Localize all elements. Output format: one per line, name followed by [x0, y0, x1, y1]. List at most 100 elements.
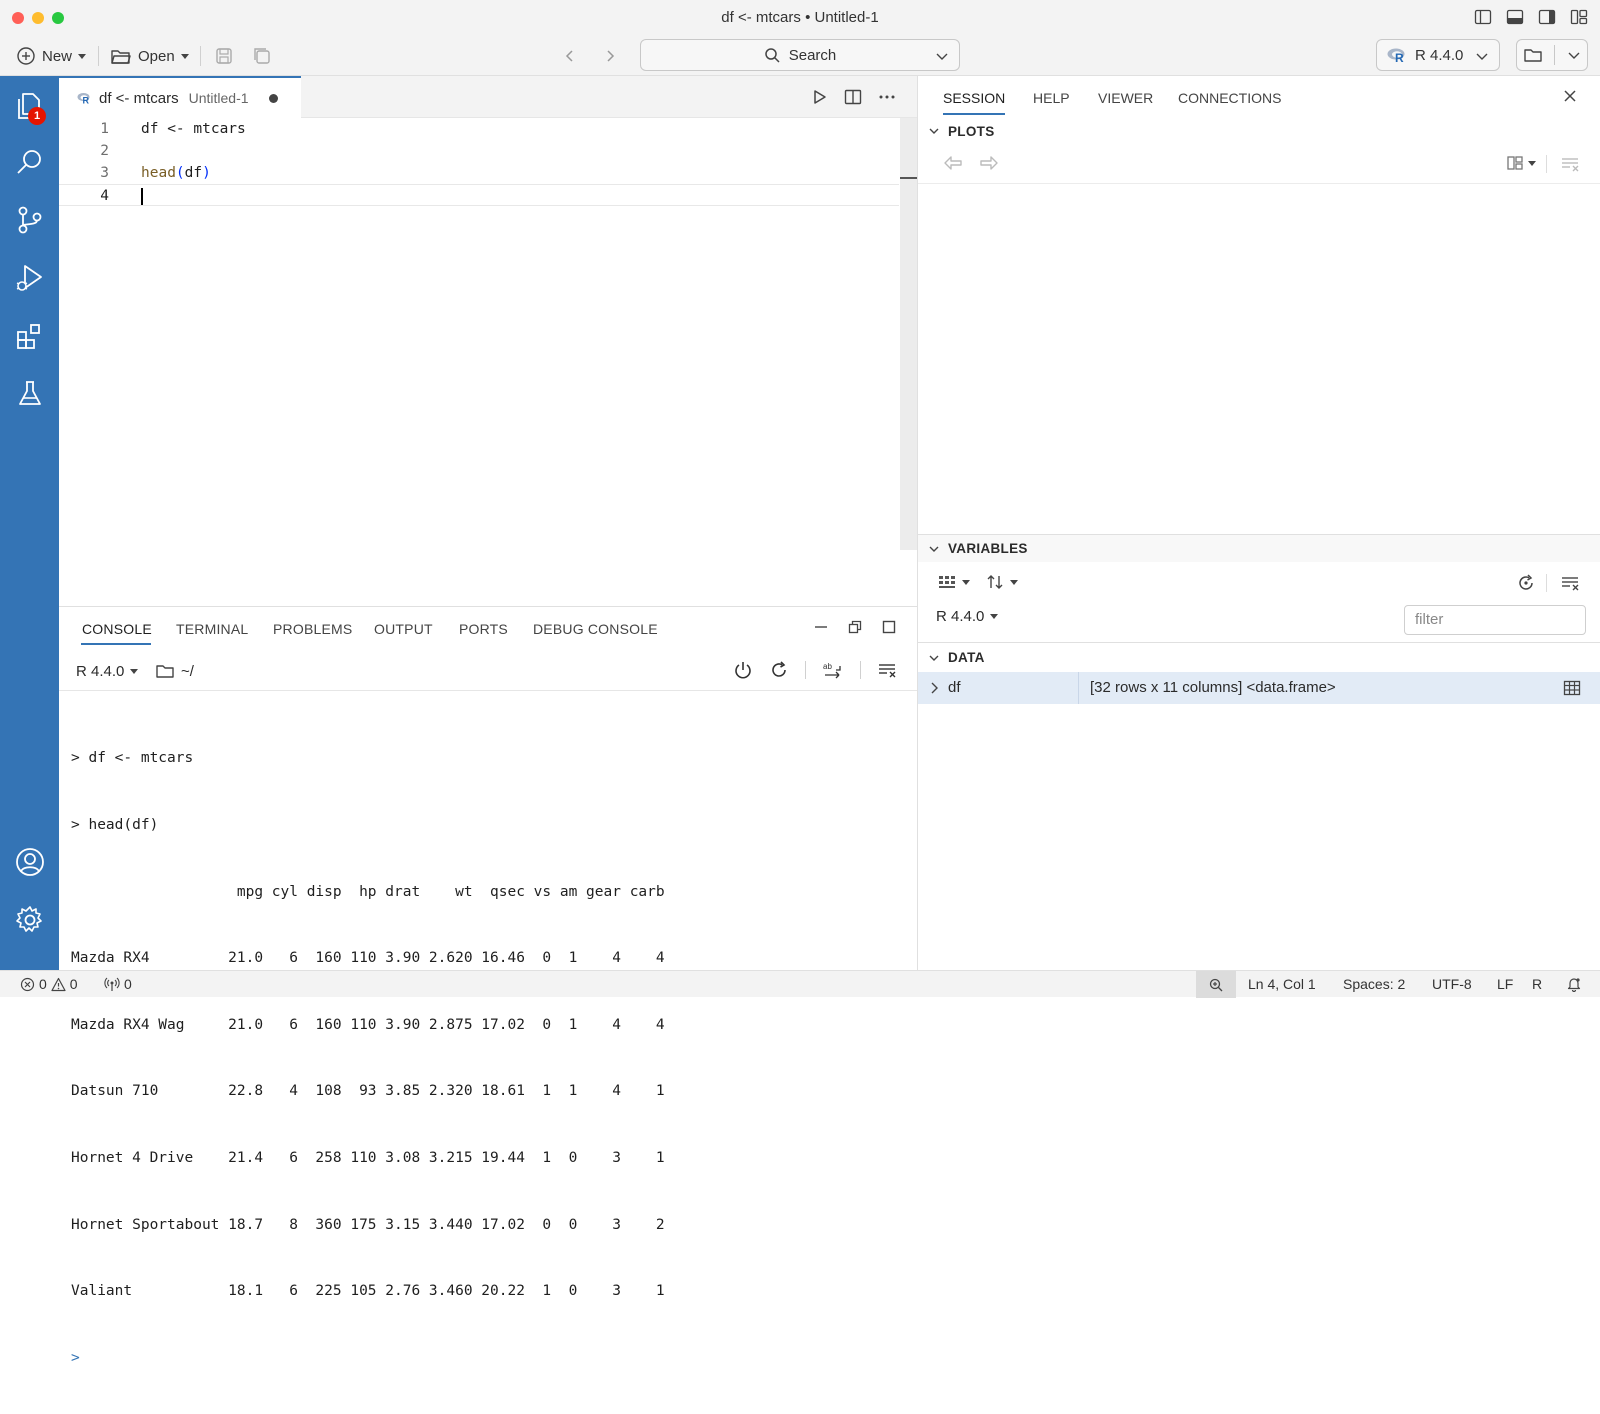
restore-panel-icon[interactable] [847, 619, 863, 635]
end-of-line[interactable]: LF [1497, 976, 1513, 992]
cursor-position[interactable]: Ln 4, Col 1 [1248, 976, 1316, 992]
console-working-directory[interactable]: ~/ [155, 662, 194, 680]
restart-icon[interactable] [769, 660, 789, 680]
code-text: df <- mtcars [141, 121, 246, 137]
previous-plot-icon[interactable] [942, 154, 964, 172]
data-title: DATA [948, 650, 985, 665]
variables-interpreter-selector[interactable]: R 4.4.0 [936, 608, 999, 625]
toggle-primary-sidebar-icon[interactable] [1474, 8, 1492, 26]
clear-console-icon[interactable] [877, 660, 897, 680]
line-number: 4 [100, 188, 109, 204]
code-line: 1 df <- mtcars [59, 118, 899, 140]
chevron-left-icon [565, 50, 573, 62]
title-bar: df <- mtcars • Untitled-1 [0, 0, 1600, 36]
testing-flask-icon[interactable] [14, 378, 46, 410]
notifications-bell-icon[interactable] [1566, 976, 1582, 992]
ports-status[interactable]: 0 [104, 976, 132, 992]
console-dir-label: ~/ [181, 662, 194, 680]
variable-row[interactable]: df [32 rows x 11 columns] <data.frame> [918, 672, 1600, 704]
chevron-down-icon [929, 655, 939, 661]
word-wrap-icon[interactable]: ab [822, 660, 844, 680]
more-actions-icon[interactable] [877, 87, 897, 107]
variables-toolbar [918, 562, 1600, 602]
maximize-panel-icon[interactable] [881, 619, 897, 635]
tab-connections[interactable]: CONNECTIONS [1178, 90, 1281, 106]
editor-tab-untitled[interactable]: R df <- mtcars Untitled-1 [59, 76, 301, 118]
interpreter-selector[interactable]: R R 4.4.0 [1376, 39, 1500, 71]
workspace-folder-button[interactable] [1516, 39, 1588, 71]
refresh-icon[interactable] [1516, 573, 1536, 593]
indentation[interactable]: Spaces: 2 [1343, 976, 1405, 992]
close-icon[interactable] [1562, 88, 1578, 104]
search-icon[interactable] [14, 146, 46, 178]
divider [805, 661, 806, 679]
tab-viewer[interactable]: VIEWER [1098, 90, 1153, 106]
tab-terminal[interactable]: TERMINAL [176, 621, 248, 637]
tab-session[interactable]: SESSION [943, 90, 1005, 106]
plot-layout-icon[interactable] [1506, 154, 1536, 172]
nav-forward-button[interactable] [602, 42, 618, 70]
current-code-line: 4 [59, 184, 899, 206]
next-plot-icon[interactable] [978, 154, 1000, 172]
code-argument: df [184, 165, 203, 181]
save-button[interactable] [214, 42, 234, 70]
chevron-down-icon [1476, 53, 1488, 60]
clear-variables-icon[interactable] [1560, 573, 1580, 593]
console-output[interactable]: > df <- mtcars > head(df) mpg cyl disp h… [71, 703, 665, 1414]
run-debug-icon[interactable] [14, 262, 46, 294]
top-toolbar: New Open Search R R 4.4.0 [0, 36, 1600, 76]
tab-debug-console[interactable]: DEBUG CONSOLE [533, 621, 658, 637]
nav-back-button[interactable] [562, 42, 578, 70]
tab-console[interactable]: CONSOLE [82, 621, 152, 637]
tab-help[interactable]: HELP [1033, 90, 1070, 106]
zoom-indicator[interactable] [1196, 971, 1236, 998]
tab-output[interactable]: OUTPUT [374, 621, 433, 637]
console-interpreter-selector[interactable]: R 4.4.0 [76, 663, 139, 680]
console-line: Valiant 18.1 6 225 105 2.76 3.460 20.22 … [71, 1283, 665, 1300]
clear-plots-icon[interactable] [1560, 154, 1580, 174]
problems-status[interactable]: 0 0 [20, 976, 78, 992]
split-editor-icon[interactable] [843, 87, 863, 107]
run-file-icon[interactable] [809, 87, 829, 107]
power-icon[interactable] [733, 660, 753, 680]
toggle-secondary-sidebar-icon[interactable] [1538, 8, 1556, 26]
variables-section-header[interactable]: VARIABLES [918, 534, 1600, 562]
new-button[interactable]: New [16, 42, 87, 70]
editor-scrollbar[interactable] [900, 118, 917, 550]
session-pane: SESSION HELP VIEWER CONNECTIONS PLOTS VA… [917, 76, 1600, 970]
group-by-icon[interactable] [938, 574, 970, 590]
plots-section-header[interactable]: PLOTS [918, 118, 1600, 144]
extensions-icon[interactable] [14, 320, 46, 352]
unsaved-dot-icon[interactable] [268, 93, 278, 103]
toggle-panel-icon[interactable] [1506, 8, 1524, 26]
plots-toolbar [918, 144, 1600, 184]
settings-gear-icon[interactable] [14, 904, 46, 936]
command-search-box[interactable]: Search [640, 39, 960, 71]
variable-name: df [948, 679, 961, 696]
tab-ports[interactable]: PORTS [459, 621, 508, 637]
console-interpreter-label: R 4.4.0 [76, 663, 125, 680]
r-file-icon: R [77, 93, 90, 104]
tab-problems[interactable]: PROBLEMS [273, 621, 352, 637]
view-data-table-icon[interactable] [1563, 679, 1581, 697]
variables-filter-input[interactable]: filter [1404, 605, 1586, 635]
console-line: Mazda RX4 21.0 6 160 110 3.90 2.620 16.4… [71, 950, 665, 967]
divider [860, 661, 861, 679]
code-editor[interactable]: 1 df <- mtcars 2 3 head(df) 4 [59, 118, 917, 606]
active-tab-indicator [81, 643, 151, 645]
divider [1546, 155, 1547, 173]
chevron-right-icon[interactable] [928, 681, 940, 695]
open-button[interactable]: Open [110, 42, 189, 70]
minimize-panel-icon[interactable] [813, 619, 829, 635]
save-all-button[interactable] [252, 42, 272, 70]
encoding[interactable]: UTF-8 [1432, 976, 1472, 992]
customize-layout-icon[interactable] [1570, 8, 1588, 26]
account-icon[interactable] [14, 846, 46, 878]
console-prompt[interactable]: > [71, 1347, 665, 1369]
source-control-icon[interactable] [14, 204, 46, 236]
data-section-header[interactable]: DATA [918, 642, 1600, 672]
divider [1546, 574, 1547, 592]
language-mode[interactable]: R [1532, 976, 1542, 992]
code-paren: ) [202, 165, 211, 181]
sort-icon[interactable] [986, 573, 1018, 591]
